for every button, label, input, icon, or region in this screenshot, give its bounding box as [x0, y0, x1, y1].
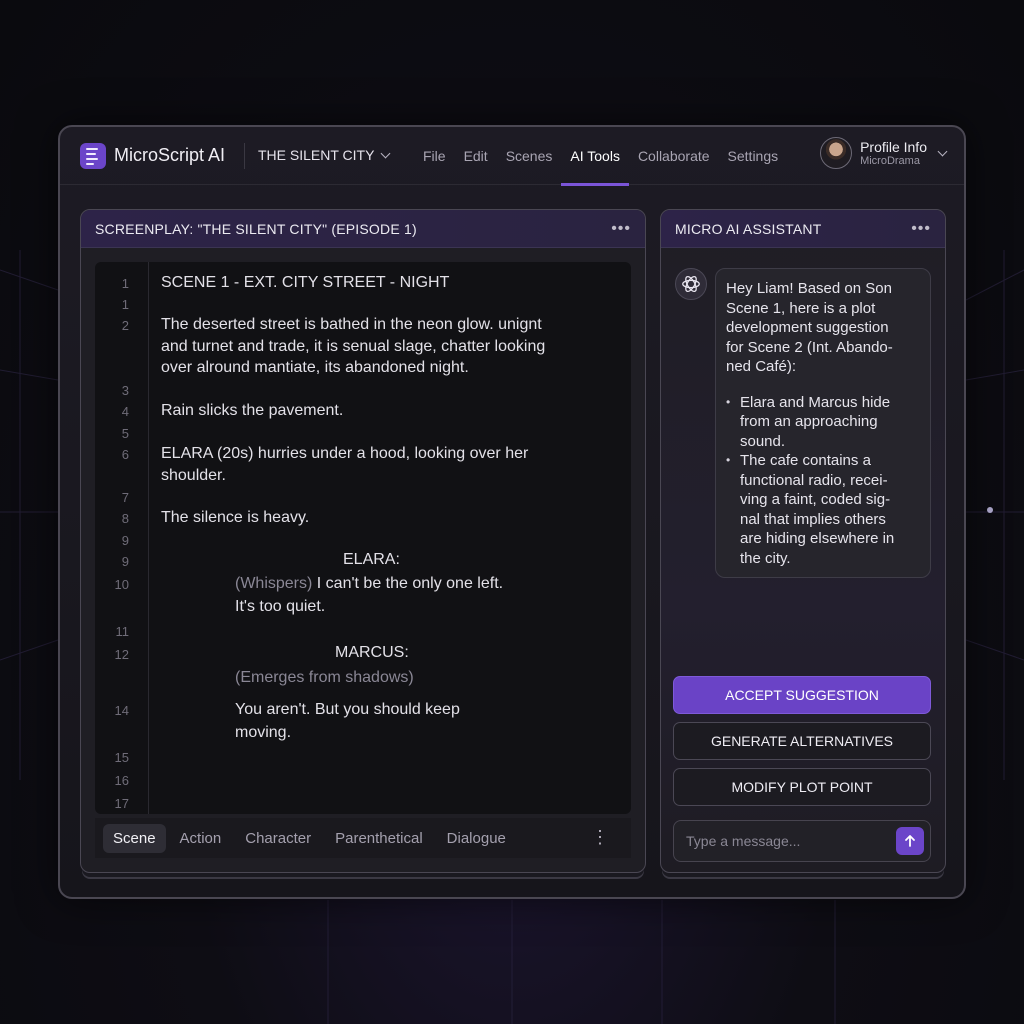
line-number: 10 [114, 577, 129, 592]
panel-header: MICRO AI ASSISTANT ••• [661, 210, 945, 248]
openai-knot-icon [675, 268, 707, 300]
profile-name: Profile Info [860, 138, 927, 155]
element-character-button[interactable]: Character [235, 824, 321, 853]
more-options-icon[interactable]: ••• [611, 220, 631, 238]
more-vertical-icon[interactable]: ⋮ [591, 827, 609, 848]
chevron-down-icon [380, 148, 391, 158]
arrow-up-icon [905, 835, 915, 847]
message-line: ving a faint, coded sig- [740, 491, 891, 508]
line-number: 15 [114, 750, 129, 765]
line-number: 1 [121, 297, 129, 312]
message-line: are hiding elsewhere in [740, 530, 895, 547]
parenthetical: (Emerges from shadows) [235, 669, 414, 686]
app-window: MicroScript AI THE SILENT CITY File Edit… [58, 125, 966, 899]
screenplay-panel: SCREENPLAY: "THE SILENT CITY" (EPISODE 1… [80, 209, 646, 873]
main-nav: File Edit Scenes AI Tools Collaborate Se… [414, 127, 788, 186]
profile-subtitle: MicroDrama [860, 154, 920, 167]
line-number: 5 [121, 426, 129, 441]
more-options-icon[interactable]: ••• [911, 220, 931, 238]
element-scene-button[interactable]: Scene [103, 823, 166, 853]
line-number: 14 [114, 703, 129, 718]
action-line: over alround mantiate, its abandoned nig… [161, 359, 469, 376]
line-number: 12 [114, 647, 129, 662]
message-line: the city. [740, 549, 791, 567]
message-line: sound. [740, 432, 786, 450]
project-selector[interactable]: THE SILENT CITY [258, 147, 391, 163]
dialogue-line: You aren't. But you should keep [235, 701, 460, 718]
message-line: functional radio, recei- [740, 471, 888, 489]
line-number: 7 [121, 490, 129, 505]
message-line: Scene 1, here is a plot [726, 299, 876, 317]
nav-collaborate[interactable]: Collaborate [629, 127, 719, 185]
message-composer [673, 820, 931, 862]
panel-header: SCREENPLAY: "THE SILENT CITY" (EPISODE 1… [81, 210, 645, 248]
line-number: 8 [121, 511, 129, 526]
line-number: 9 [121, 554, 129, 569]
ai-message-intro: Hey Liam! Based on Son Scene 1, here is … [726, 279, 920, 377]
suggestion-item: Elara and Marcus hide from an approachin… [726, 393, 920, 452]
action-line: Rain slicks the pavement. [161, 402, 344, 419]
accept-suggestion-button[interactable]: ACCEPT SUGGESTION [673, 676, 931, 714]
message-line: Hey Liam! Based on Son [726, 280, 892, 297]
assistant-title: MICRO AI ASSISTANT [675, 220, 822, 237]
app-name: MicroScript AI [114, 145, 226, 165]
action-line: shoulder. [161, 467, 226, 484]
line-number: 4 [121, 404, 129, 419]
modify-plot-point-button[interactable]: MODIFY PLOT POINT [673, 768, 931, 806]
generate-alternatives-button[interactable]: GENERATE ALTERNATIVES [673, 722, 931, 760]
action-line: and turnet and trade, it is senual slage… [161, 338, 546, 355]
script-editor[interactable]: 1 1 2 3 4 5 6 7 8 9 9 10 11 12 14 15 16 … [95, 262, 631, 814]
line-number: 2 [121, 318, 129, 333]
message-line: development suggestion [726, 319, 889, 336]
scene-heading: SCENE 1 - EXT. CITY STREET - NIGHT [161, 274, 450, 291]
suggestion-item: The cafe contains a functional radio, re… [726, 451, 920, 568]
suggestion-list: Elara and Marcus hide from an approachin… [726, 393, 920, 569]
nav-scenes[interactable]: Scenes [497, 127, 562, 185]
message-line: for Scene 2 (Int. Abando- [726, 338, 893, 356]
line-number: 3 [121, 383, 129, 398]
ai-message-bubble: Hey Liam! Based on Son Scene 1, here is … [715, 268, 931, 578]
profile-menu[interactable]: Profile Info MicroDrama [820, 137, 948, 169]
message-line: nal that implies others [740, 510, 886, 528]
top-bar: MicroScript AI THE SILENT CITY File Edit… [60, 127, 964, 186]
line-number: 6 [121, 447, 129, 462]
action-line: The deserted street is bathed in the neo… [161, 316, 542, 333]
line-number: 1 [121, 276, 129, 291]
screenplay-title: SCREENPLAY: "THE SILENT CITY" (EPISODE 1… [95, 220, 417, 237]
message-line: ned Café): [726, 358, 797, 375]
dialogue-line: (Whispers) I can't be the only one left. [235, 575, 503, 593]
ai-assistant-panel: MICRO AI ASSISTANT ••• Hey Liam! Based o… [660, 209, 946, 873]
divider [244, 143, 245, 169]
message-line: from an approaching [740, 413, 878, 430]
line-number: 9 [121, 533, 129, 548]
line-number: 11 [115, 624, 130, 639]
nav-settings[interactable]: Settings [719, 127, 788, 185]
element-action-button[interactable]: Action [170, 824, 232, 853]
nav-edit[interactable]: Edit [455, 127, 497, 185]
dialogue-line: moving. [235, 724, 292, 741]
script-document-icon [80, 143, 106, 169]
project-name: THE SILENT CITY [258, 147, 375, 163]
avatar [820, 137, 853, 169]
character-name: ELARA: [343, 551, 400, 568]
element-type-bar: Scene Action Character Parenthetical Dia… [95, 818, 631, 858]
message-input[interactable] [686, 821, 886, 861]
line-number: 17 [114, 796, 129, 811]
dialogue-line: It's too quiet. [235, 598, 326, 615]
message-line: Elara and Marcus hide [740, 393, 891, 411]
message-line: The cafe contains a [740, 452, 871, 469]
send-button[interactable] [896, 827, 924, 855]
dialogue-text: I can't be the only one left. [312, 575, 504, 592]
nav-file[interactable]: File [414, 127, 455, 185]
action-line: ELARA (20s) hurries under a hood, lookin… [161, 445, 529, 462]
nav-ai-tools[interactable]: AI Tools [561, 127, 629, 186]
character-name: MARCUS: [335, 644, 409, 661]
element-dialogue-button[interactable]: Dialogue [437, 824, 516, 853]
chevron-down-icon [937, 146, 948, 156]
action-line: The silence is heavy. [161, 509, 310, 526]
line-number: 16 [114, 773, 129, 788]
element-parenthetical-button[interactable]: Parenthetical [325, 824, 433, 853]
parenthetical: (Whispers) [235, 575, 313, 592]
line-number-gutter: 1 1 2 3 4 5 6 7 8 9 9 10 11 12 14 15 16 … [95, 262, 149, 814]
